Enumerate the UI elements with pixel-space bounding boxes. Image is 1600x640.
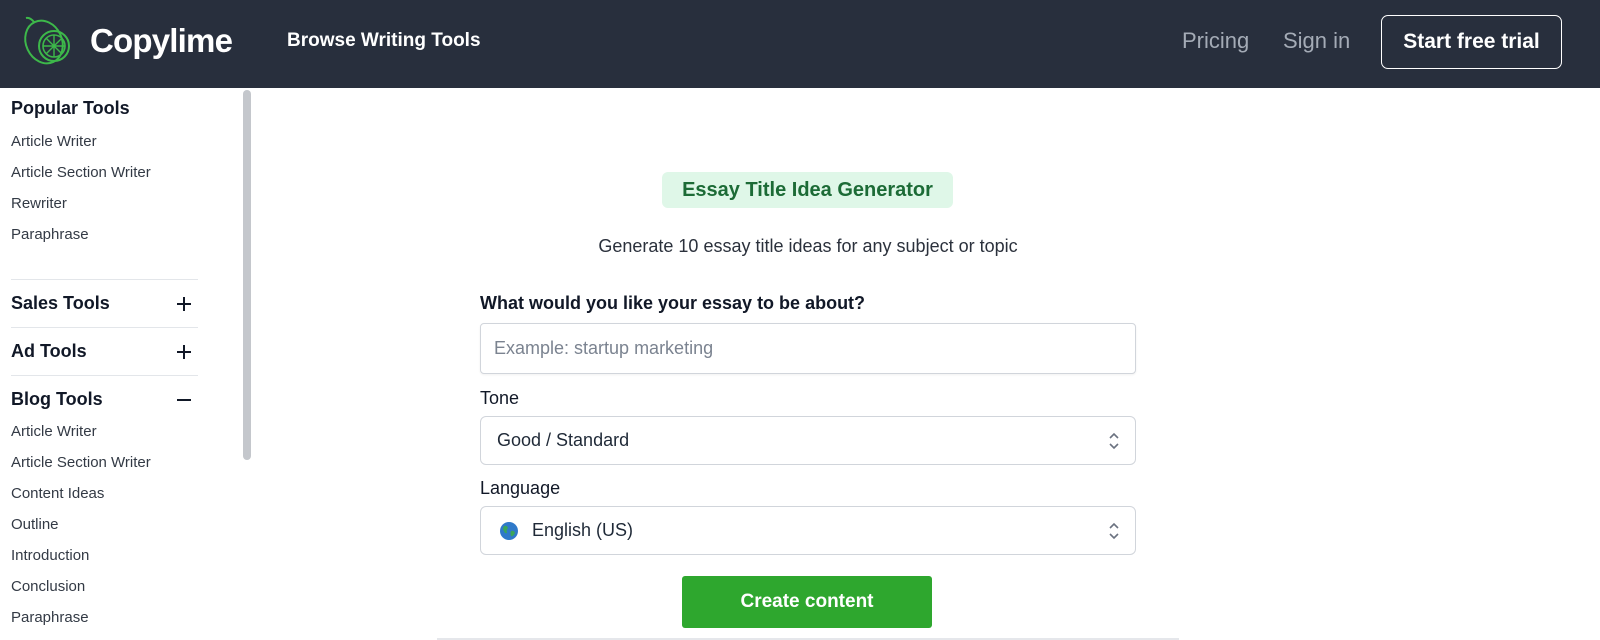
lime-icon	[20, 14, 74, 75]
start-free-trial-button[interactable]: Start free trial	[1381, 15, 1562, 69]
sidebar-item-article-section-writer[interactable]: Article Section Writer	[11, 164, 151, 181]
brand-logo[interactable]: Copylime	[20, 14, 233, 75]
sidebar-item-outline[interactable]: Outline	[11, 516, 59, 533]
sidebar-item-paraphrase[interactable]: Paraphrase	[11, 226, 89, 243]
language-select[interactable]: English (US)	[480, 506, 1136, 555]
minus-icon[interactable]	[176, 392, 192, 408]
sign-in-link[interactable]: Sign in	[1283, 28, 1350, 54]
tool-title-badge: Essay Title Idea Generator	[662, 172, 953, 208]
sidebar-divider	[11, 327, 198, 328]
top-navbar: Copylime Browse Writing Tools Pricing Si…	[0, 0, 1600, 88]
tone-selected-value: Good / Standard	[497, 430, 630, 450]
tools-sidebar: Popular Tools Article Writer Article Sec…	[0, 88, 240, 640]
sales-tools-heading[interactable]: Sales Tools	[11, 293, 110, 314]
blog-tools-heading[interactable]: Blog Tools	[11, 389, 103, 410]
language-label: Language	[480, 478, 561, 498]
sidebar-item-conclusion[interactable]: Conclusion	[11, 578, 85, 595]
sidebar-item-blog-paraphrase[interactable]: Paraphrase	[11, 609, 89, 626]
chevron-up-down-icon	[1107, 430, 1121, 452]
ad-tools-heading[interactable]: Ad Tools	[11, 341, 87, 362]
plus-icon[interactable]	[176, 344, 192, 360]
language-selected-value: English (US)	[532, 520, 634, 540]
tone-label: Tone	[480, 388, 520, 408]
plus-icon[interactable]	[176, 296, 192, 312]
create-content-button[interactable]: Create content	[682, 576, 932, 628]
sidebar-scrollbar[interactable]	[243, 90, 251, 460]
sidebar-item-blog-article-section-writer[interactable]: Article Section Writer	[11, 454, 151, 471]
sidebar-item-rewriter[interactable]: Rewriter	[11, 195, 67, 212]
sidebar-item-article-writer[interactable]: Article Writer	[11, 133, 97, 150]
pricing-link[interactable]: Pricing	[1182, 28, 1249, 54]
globe-icon	[499, 521, 519, 541]
essay-topic-label: What would you like your essay to be abo…	[480, 293, 866, 313]
sidebar-divider	[11, 375, 198, 376]
sidebar-item-introduction[interactable]: Introduction	[11, 547, 89, 564]
tone-select[interactable]: Good / Standard	[480, 416, 1136, 465]
sidebar-item-blog-article-writer[interactable]: Article Writer	[11, 423, 97, 440]
sidebar-item-content-ideas[interactable]: Content Ideas	[11, 485, 104, 502]
tool-subtitle: Generate 10 essay title ideas for any su…	[598, 236, 1018, 256]
essay-topic-input[interactable]	[480, 323, 1136, 374]
popular-tools-heading: Popular Tools	[11, 98, 130, 118]
brand-name: Copylime	[90, 22, 233, 59]
sidebar-divider	[11, 279, 198, 280]
chevron-up-down-icon	[1107, 520, 1121, 542]
browse-writing-tools-link[interactable]: Browse Writing Tools	[287, 30, 481, 52]
